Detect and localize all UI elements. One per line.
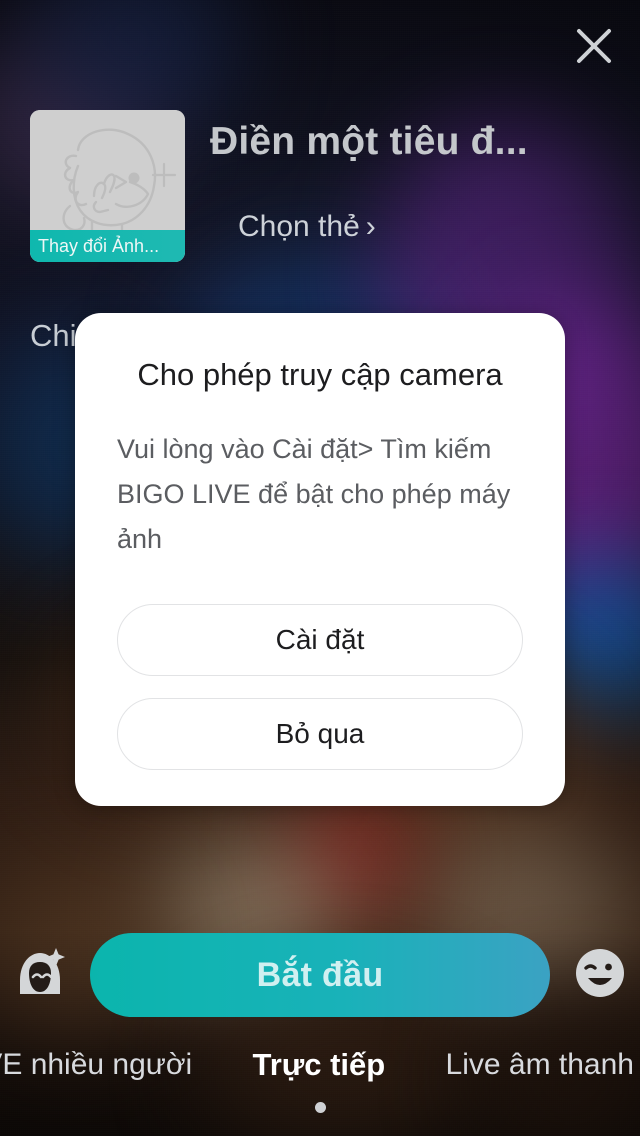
choose-tag-button[interactable]: Chọn thẻ ›: [238, 210, 376, 244]
tab-audio-live[interactable]: Live âm thanh: [442, 1048, 638, 1082]
stream-title-placeholder[interactable]: Điền một tiêu đ...: [210, 120, 610, 164]
tab-live[interactable]: Trực tiếp: [249, 1047, 390, 1083]
tab-multi-live[interactable]: IVE nhiều người: [0, 1048, 196, 1082]
dialog-title: Cho phép truy cập camera: [137, 357, 503, 392]
close-icon: [574, 26, 614, 66]
choose-tag-label: Chọn thẻ: [238, 210, 360, 243]
bottom-controls: Bắt đầu IVE nhiều người Trực tiếp Live â…: [0, 906, 640, 1136]
chevron-right-icon: ›: [365, 210, 376, 243]
wink-smiley-icon: [569, 942, 631, 1009]
sticker-button[interactable]: [568, 943, 632, 1007]
skip-button[interactable]: Bỏ qua: [117, 698, 523, 770]
page-dot[interactable]: [314, 1102, 326, 1113]
app-screen: Thay đổi Ảnh... Điền một tiêu đ... Chọn …: [0, 0, 640, 1136]
share-row-label[interactable]: Chi: [30, 318, 77, 354]
cover-change-label[interactable]: Thay đổi Ảnh...: [30, 230, 185, 262]
camera-permission-dialog: Cho phép truy cập camera Vui lòng vào Cà…: [75, 313, 565, 806]
settings-button[interactable]: Cài đặt: [117, 604, 523, 676]
beauty-button[interactable]: [8, 943, 72, 1007]
action-row: Bắt đầu: [0, 928, 640, 1022]
page-indicator: [0, 1102, 640, 1113]
close-button[interactable]: [566, 18, 622, 74]
mode-tabs: IVE nhiều người Trực tiếp Live âm thanh: [0, 1036, 640, 1094]
beauty-face-icon: [9, 942, 71, 1009]
dialog-message: Vui lòng vào Cài đặt> Tìm kiếm BIGO LIVE…: [117, 434, 511, 554]
start-live-button[interactable]: Bắt đầu: [90, 933, 550, 1017]
cover-thumbnail[interactable]: Thay đổi Ảnh...: [30, 110, 185, 262]
